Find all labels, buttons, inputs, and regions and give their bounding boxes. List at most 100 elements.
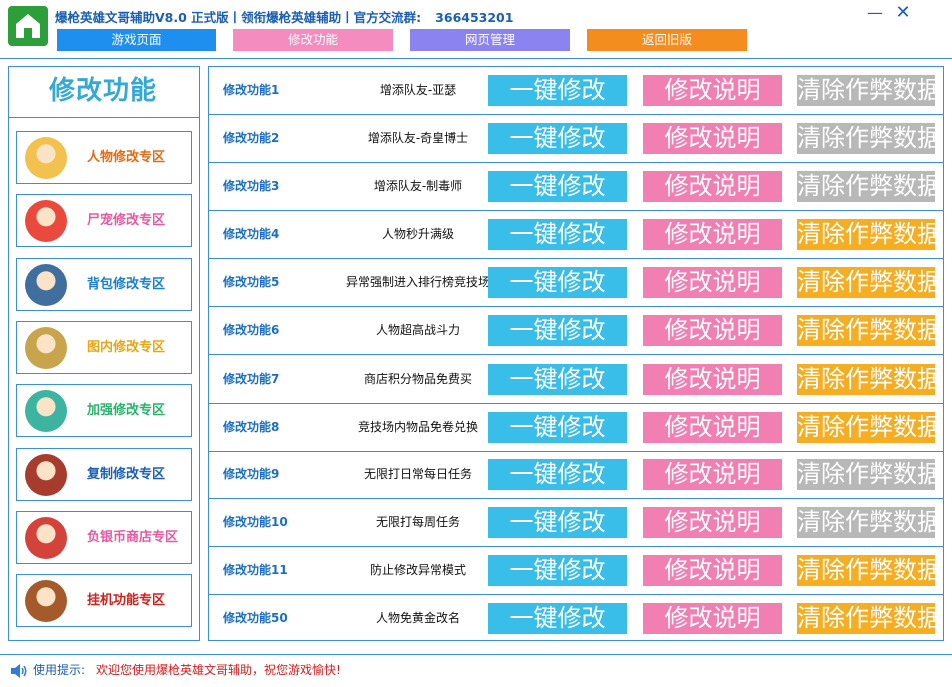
function-row: 修改功能9 无限打日常每日任务 一键修改 修改说明 清除作弊数据 (209, 451, 943, 499)
tab-label: 游戏页面 (111, 32, 162, 47)
sidebar-item-label: 加强修改专区 (87, 403, 166, 418)
function-row: 修改功能2 增添队友-奇皇博士 一键修改 修改说明 清除作弊数据 (209, 115, 943, 163)
speaker-icon (11, 664, 27, 678)
title-bar: 爆枪英雄文哥辅助V8.0 正式版丨领衔爆枪英雄辅助丨官方交流群: 36645320… (0, 0, 952, 58)
tab-return-old-version[interactable]: 返回旧版 (587, 29, 747, 51)
copy-avatar-icon (25, 454, 67, 496)
clear-cheat-data-button[interactable]: 清除作弊数据 (797, 507, 935, 538)
sidebar-item-in-map[interactable]: 图内修改专区 (16, 321, 192, 374)
qq-group-number: 366453201 (435, 10, 514, 25)
hero-avatar-icon (25, 137, 67, 179)
sidebar-item-enhance[interactable]: 加强修改专区 (16, 384, 192, 437)
function-id: 修改功能2 (223, 131, 280, 145)
app-logo-icon (8, 6, 48, 46)
sidebar-item-afk[interactable]: 挂机功能专区 (16, 574, 192, 627)
function-id: 修改功能4 (223, 227, 280, 241)
one-click-modify-button[interactable]: 一键修改 (488, 267, 627, 298)
one-click-modify-button[interactable]: 一键修改 (488, 412, 627, 443)
function-row: 修改功能4 人物秒升满级 一键修改 修改说明 清除作弊数据 (209, 211, 943, 259)
function-id: 修改功能11 (223, 563, 288, 577)
one-click-modify-button[interactable]: 一键修改 (488, 219, 627, 250)
one-click-modify-button[interactable]: 一键修改 (488, 75, 627, 106)
tab-modify-functions[interactable]: 修改功能 (233, 29, 393, 51)
modify-info-button[interactable]: 修改说明 (643, 75, 782, 106)
window-title-text: 爆枪英雄文哥辅助V8.0 正式版丨领衔爆枪英雄辅助丨官方交流群: (55, 10, 422, 25)
modify-info-button[interactable]: 修改说明 (643, 123, 782, 154)
sidebar-item-label: 背包修改专区 (87, 277, 166, 292)
modify-info-button[interactable]: 修改说明 (643, 267, 782, 298)
afk-avatar-icon (25, 580, 67, 622)
modify-info-button[interactable]: 修改说明 (643, 315, 782, 346)
clear-cheat-data-button[interactable]: 清除作弊数据 (797, 315, 935, 346)
tab-web-management[interactable]: 网页管理 (410, 29, 570, 51)
status-message: 欢迎您使用爆枪英雄文哥辅助，祝您游戏愉快! (96, 663, 341, 677)
clear-cheat-data-button[interactable]: 清除作弊数据 (797, 219, 935, 250)
function-row: 修改功能7 商店积分物品免费买 一键修改 修改说明 清除作弊数据 (209, 356, 943, 404)
function-row: 修改功能1 增添队友-亚瑟 一键修改 修改说明 清除作弊数据 (209, 67, 943, 115)
modify-info-button[interactable]: 修改说明 (643, 219, 782, 250)
function-row: 修改功能8 竞技场内物品免卷兑换 一键修改 修改说明 清除作弊数据 (209, 404, 943, 452)
sidebar-item-character[interactable]: 人物修改专区 (16, 131, 192, 184)
function-id: 修改功能6 (223, 323, 280, 337)
window-title: 爆枪英雄文哥辅助V8.0 正式版丨领衔爆枪英雄辅助丨官方交流群: 36645320… (55, 7, 513, 26)
one-click-modify-button[interactable]: 一键修改 (488, 364, 627, 395)
sidebar-item-label: 负银币商店专区 (87, 530, 179, 545)
status-label: 使用提示: (33, 663, 86, 677)
function-row: 修改功能5 异常强制进入排行榜竞技场 一键修改 修改说明 清除作弊数据 (209, 259, 943, 307)
sidebar-title: 修改功能 (48, 76, 157, 106)
function-row: 修改功能10 无限打每周任务 一键修改 修改说明 清除作弊数据 (209, 499, 943, 547)
sidebar-item-label: 尸宠修改专区 (87, 213, 166, 228)
modify-info-button[interactable]: 修改说明 (643, 507, 782, 538)
function-id: 修改功能1 (223, 83, 280, 97)
clear-cheat-data-button[interactable]: 清除作弊数据 (797, 412, 935, 443)
function-id: 修改功能8 (223, 420, 280, 434)
clear-cheat-data-button[interactable]: 清除作弊数据 (797, 123, 935, 154)
clear-cheat-data-button[interactable]: 清除作弊数据 (797, 171, 935, 202)
clear-cheat-data-button[interactable]: 清除作弊数据 (797, 75, 935, 106)
map-avatar-icon (25, 327, 67, 369)
tab-label: 修改功能 (287, 32, 338, 47)
modify-info-button[interactable]: 修改说明 (643, 459, 782, 490)
zombie-pet-avatar-icon (25, 200, 67, 242)
clear-cheat-data-button[interactable]: 清除作弊数据 (797, 603, 935, 634)
clear-cheat-data-button[interactable]: 清除作弊数据 (797, 364, 935, 395)
close-button[interactable]: ✕ (892, 3, 914, 23)
modify-info-button[interactable]: 修改说明 (643, 364, 782, 395)
function-row: 修改功能50 人物免黄金改名 一键修改 修改说明 清除作弊数据 (209, 595, 943, 643)
modify-info-button[interactable]: 修改说明 (643, 555, 782, 586)
sidebar-item-label: 图内修改专区 (87, 340, 166, 355)
function-id: 修改功能9 (223, 467, 280, 481)
one-click-modify-button[interactable]: 一键修改 (488, 555, 627, 586)
sidebar-item-copy[interactable]: 复制修改专区 (16, 448, 192, 501)
clear-cheat-data-button[interactable]: 清除作弊数据 (797, 555, 935, 586)
backpack-avatar-icon (25, 264, 67, 306)
clear-cheat-data-button[interactable]: 清除作弊数据 (797, 267, 935, 298)
one-click-modify-button[interactable]: 一键修改 (488, 171, 627, 202)
function-row: 修改功能6 人物超高战斗力 一键修改 修改说明 清除作弊数据 (209, 307, 943, 355)
one-click-modify-button[interactable]: 一键修改 (488, 459, 627, 490)
function-id: 修改功能3 (223, 179, 280, 193)
tab-game-page[interactable]: 游戏页面 (57, 29, 216, 51)
function-list: 修改功能1 增添队友-亚瑟 一键修改 修改说明 清除作弊数据 修改功能2 增添队友-奇皇博士… (208, 66, 944, 641)
one-click-modify-button[interactable]: 一键修改 (488, 603, 627, 634)
sidebar-item-backpack[interactable]: 背包修改专区 (16, 258, 192, 311)
sidebar-item-label: 人物修改专区 (87, 150, 166, 165)
sidebar-header: 修改功能 (9, 66, 199, 118)
sidebar-item-shop[interactable]: 负银币商店专区 (16, 511, 192, 564)
one-click-modify-button[interactable]: 一键修改 (488, 123, 627, 154)
function-row: 修改功能11 防止修改异常模式 一键修改 修改说明 清除作弊数据 (209, 547, 943, 595)
function-id: 修改功能10 (223, 515, 288, 529)
modify-info-button[interactable]: 修改说明 (643, 603, 782, 634)
minimize-button[interactable]: — (864, 3, 886, 23)
modify-info-button[interactable]: 修改说明 (643, 412, 782, 443)
status-bar: 使用提示: 欢迎您使用爆枪英雄文哥辅助，祝您游戏愉快! (0, 656, 952, 687)
sidebar-item-zombie-pet[interactable]: 尸宠修改专区 (16, 194, 192, 247)
one-click-modify-button[interactable]: 一键修改 (488, 507, 627, 538)
function-id: 修改功能7 (223, 372, 280, 386)
function-id: 修改功能50 (223, 611, 288, 625)
function-id: 修改功能5 (223, 275, 280, 289)
clear-cheat-data-button[interactable]: 清除作弊数据 (797, 459, 935, 490)
modify-info-button[interactable]: 修改说明 (643, 171, 782, 202)
one-click-modify-button[interactable]: 一键修改 (488, 315, 627, 346)
shop-avatar-icon (25, 517, 67, 559)
